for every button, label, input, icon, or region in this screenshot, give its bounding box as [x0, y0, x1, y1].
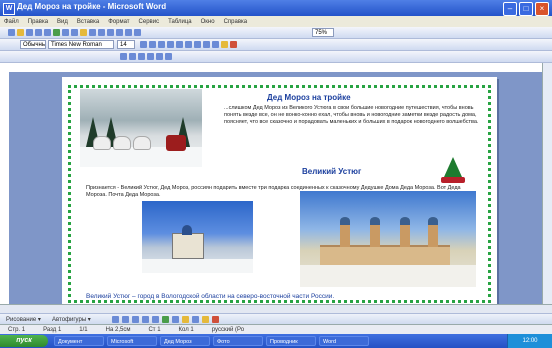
align-left-icon[interactable]: [167, 41, 174, 48]
formatting-toolbar: Обычный Times New Roman 14: [0, 39, 552, 51]
picture-icon[interactable]: [192, 316, 199, 323]
menu-view[interactable]: Вид: [57, 19, 68, 25]
vertical-scrollbar[interactable]: [542, 63, 552, 304]
taskbar-item[interactable]: Фото: [213, 336, 263, 346]
preview-icon[interactable]: [44, 29, 51, 36]
extra-toolbar: [0, 51, 552, 63]
autoshapes-menu[interactable]: Автофигуры ▾: [52, 316, 91, 323]
status-col: Кол 1: [178, 327, 194, 333]
drawing-icon[interactable]: [134, 29, 141, 36]
christmas-tree-icon: [440, 155, 466, 183]
line-color-icon[interactable]: [212, 316, 219, 323]
redo-icon[interactable]: [98, 29, 105, 36]
font-color-icon[interactable]: [230, 41, 237, 48]
paste-icon[interactable]: [80, 29, 87, 36]
new-icon[interactable]: [8, 29, 15, 36]
status-position: На 2,5см: [105, 327, 131, 333]
taskbar-item[interactable]: Word: [319, 336, 369, 346]
cut-icon[interactable]: [62, 29, 69, 36]
tool-icon[interactable]: [120, 53, 127, 60]
church-photo: [142, 201, 253, 273]
rectangle-icon[interactable]: [132, 316, 139, 323]
menu-table[interactable]: Таблица: [168, 19, 192, 25]
bullets-icon[interactable]: [212, 41, 219, 48]
menu-format[interactable]: Формат: [108, 19, 129, 25]
print-icon[interactable]: [35, 29, 42, 36]
tool-icon[interactable]: [129, 53, 136, 60]
tool-icon[interactable]: [138, 53, 145, 60]
taskbar-item[interactable]: Дед Мороз: [160, 336, 210, 346]
fill-color-icon[interactable]: [202, 316, 209, 323]
minimize-button[interactable]: –: [503, 2, 517, 16]
taskbar-item[interactable]: Проводник: [266, 336, 316, 346]
draw-menu[interactable]: Рисование ▾: [6, 316, 41, 323]
menu-edit[interactable]: Правка: [28, 19, 48, 25]
menu-file[interactable]: Файл: [4, 19, 19, 25]
copy-icon[interactable]: [71, 29, 78, 36]
document-page[interactable]: Дед Мороз на тройке ...слишком Дед Мороз…: [62, 77, 497, 307]
diagram-icon[interactable]: [172, 316, 179, 323]
save-icon[interactable]: [26, 29, 33, 36]
bold-icon[interactable]: [140, 41, 147, 48]
font-select[interactable]: Times New Roman: [48, 40, 114, 49]
status-pages: 1/1: [79, 327, 88, 333]
status-page: Стр. 1: [8, 327, 26, 333]
window-title: Дед Мороз на тройке - Microsoft Word: [17, 2, 167, 11]
clipart-icon[interactable]: [182, 316, 189, 323]
underline-icon[interactable]: [158, 41, 165, 48]
open-icon[interactable]: [17, 29, 24, 36]
align-right-icon[interactable]: [185, 41, 192, 48]
troika-photo: [80, 89, 202, 167]
font-size-select[interactable]: 14: [117, 40, 135, 49]
columns-icon[interactable]: [125, 29, 132, 36]
spelling-icon[interactable]: [53, 29, 60, 36]
close-button[interactable]: ×: [535, 2, 549, 16]
menu-bar: Файл Правка Вид Вставка Формат Сервис Та…: [0, 16, 552, 43]
zoom-select[interactable]: 75%: [312, 28, 334, 37]
hyperlink-icon[interactable]: [107, 29, 114, 36]
table-icon[interactable]: [116, 29, 123, 36]
system-tray-clock: 12:00: [507, 334, 552, 348]
numbering-icon[interactable]: [203, 41, 210, 48]
align-center-icon[interactable]: [176, 41, 183, 48]
wordart-icon[interactable]: [162, 316, 169, 323]
status-section: Разд 1: [43, 327, 62, 333]
status-line: Ст 1: [148, 327, 161, 333]
tool-icon[interactable]: [165, 53, 172, 60]
line-icon[interactable]: [112, 316, 119, 323]
style-select[interactable]: Обычный: [20, 40, 46, 49]
menu-insert[interactable]: Вставка: [77, 19, 99, 25]
status-lang: русский (Ро: [211, 327, 245, 333]
caption: Великий Устюг – город в Вологодской обла…: [86, 293, 335, 300]
textbox-icon[interactable]: [152, 316, 159, 323]
arrow-icon[interactable]: [122, 316, 129, 323]
menu-tools[interactable]: Сервис: [139, 19, 160, 25]
tool-icon[interactable]: [147, 53, 154, 60]
italic-icon[interactable]: [149, 41, 156, 48]
word-icon: W: [3, 3, 15, 15]
heading-2: Великий Устюг: [302, 167, 362, 176]
kremlin-photo: [300, 191, 476, 287]
taskbar-item[interactable]: Документ: [54, 336, 104, 346]
heading-1: Дед Мороз на тройке: [267, 93, 351, 102]
start-button[interactable]: пуск: [0, 335, 48, 347]
standard-toolbar: 75%: [0, 27, 552, 39]
tool-icon[interactable]: [156, 53, 163, 60]
paragraph-1: ...слишком Дед Мороз из Великого Устюга …: [224, 105, 479, 125]
taskbar-item[interactable]: Microsoft: [107, 336, 157, 346]
menu-help[interactable]: Справка: [224, 19, 248, 25]
undo-icon[interactable]: [89, 29, 96, 36]
justify-icon[interactable]: [194, 41, 201, 48]
menu-window[interactable]: Окно: [201, 19, 215, 25]
taskbar: пуск Документ Microsoft Дед Мороз Фото П…: [0, 334, 552, 348]
title-bar: W Дед Мороз на тройке - Microsoft Word –…: [0, 0, 552, 16]
highlight-icon[interactable]: [221, 41, 228, 48]
oval-icon[interactable]: [142, 316, 149, 323]
maximize-button[interactable]: □: [519, 2, 533, 16]
